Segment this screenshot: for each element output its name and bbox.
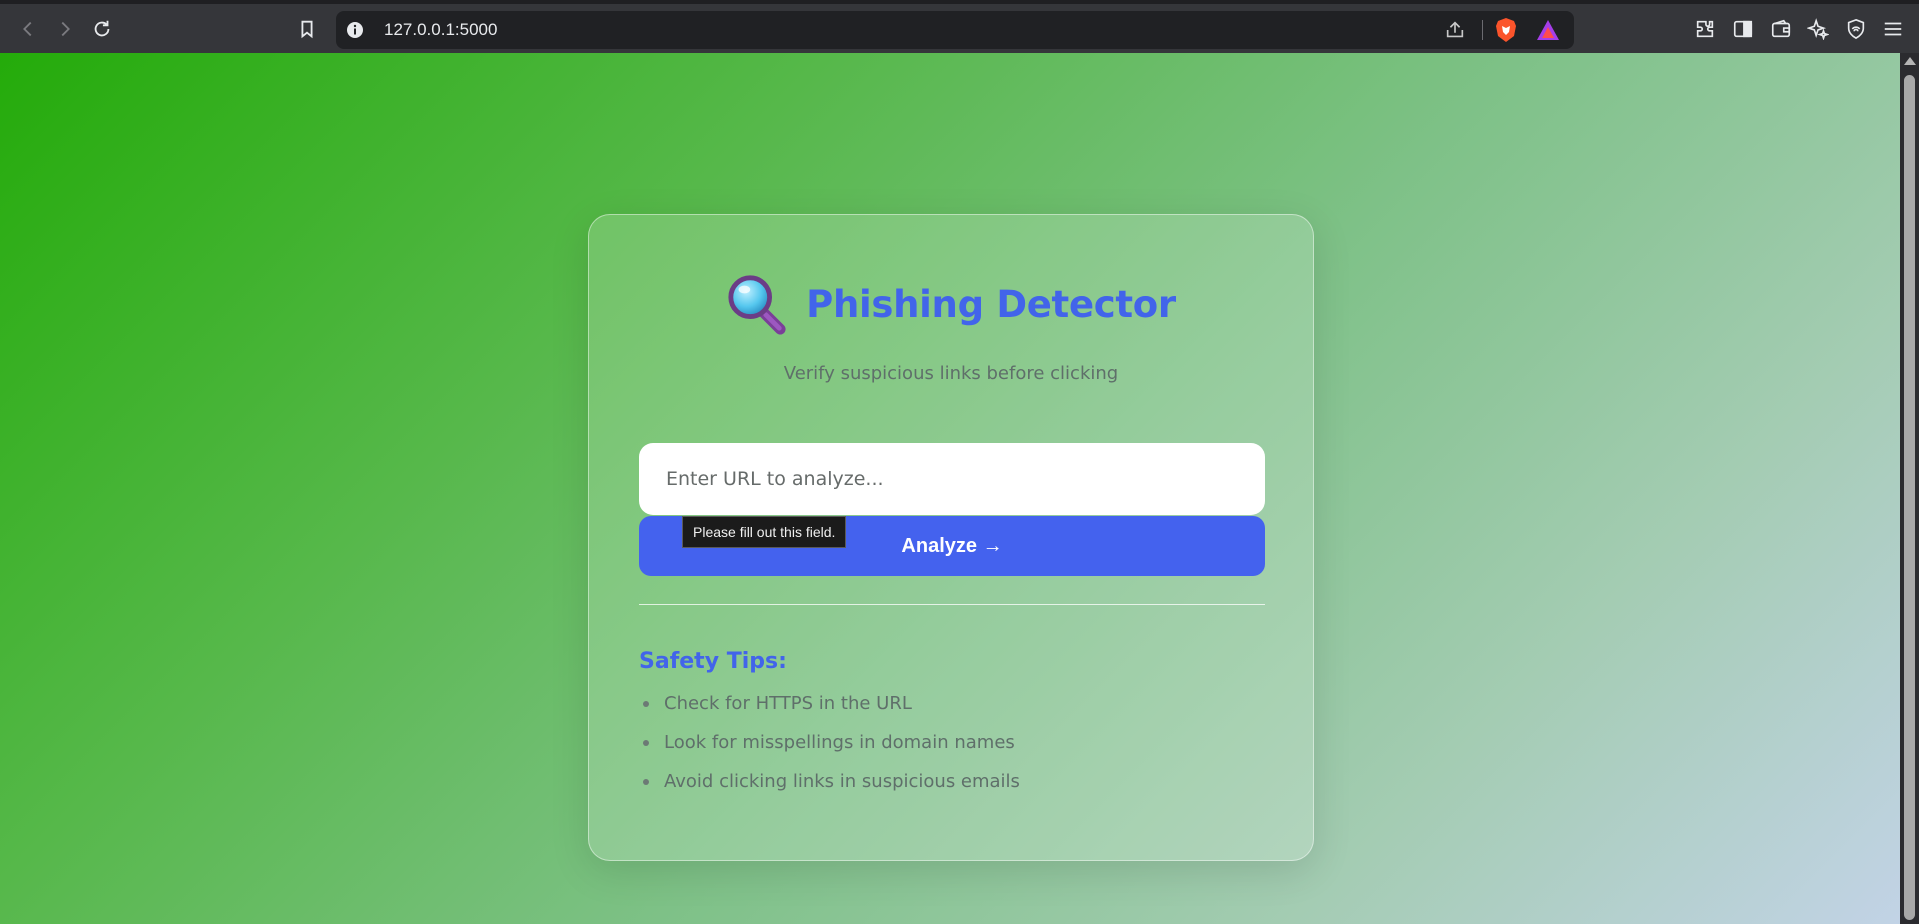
- site-info-icon[interactable]: [346, 21, 364, 39]
- forward-icon[interactable]: [50, 14, 80, 44]
- validation-tooltip: Please fill out this field.: [682, 516, 847, 548]
- scrollbar[interactable]: [1900, 53, 1919, 924]
- reload-icon[interactable]: [87, 14, 117, 44]
- magnifying-glass-icon: [728, 275, 786, 335]
- list-item: Look for misspellings in domain names: [639, 732, 1020, 771]
- detector-card: Phishing Detector Verify suspicious link…: [588, 214, 1314, 861]
- leo-ai-icon[interactable]: [1803, 14, 1833, 44]
- safety-tips-list: Check for HTTPS in the URL Look for miss…: [639, 693, 1020, 810]
- address-bar[interactable]: 127.0.0.1:5000: [336, 11, 1574, 49]
- page-subtitle: Verify suspicious links before clicking: [783, 363, 1119, 384]
- url-input[interactable]: [639, 443, 1265, 515]
- share-icon[interactable]: [1444, 19, 1466, 41]
- menu-icon[interactable]: [1878, 14, 1908, 44]
- vpn-icon[interactable]: [1841, 14, 1871, 44]
- wallet-icon[interactable]: [1766, 14, 1796, 44]
- list-item: Check for HTTPS in the URL: [639, 693, 1020, 732]
- title-row: Phishing Detector: [589, 273, 1313, 335]
- sidebar-icon[interactable]: [1728, 14, 1758, 44]
- back-icon[interactable]: [13, 14, 43, 44]
- page-viewport: Phishing Detector Verify suspicious link…: [0, 53, 1900, 924]
- safety-tips-heading: Safety Tips:: [639, 649, 787, 674]
- page-title: Phishing Detector: [806, 282, 1176, 326]
- bookmark-icon[interactable]: [292, 14, 322, 44]
- brave-rewards-icon[interactable]: [1535, 18, 1561, 42]
- url-text[interactable]: 127.0.0.1:5000: [384, 20, 497, 40]
- list-item: Avoid clicking links in suspicious email…: [639, 771, 1020, 810]
- scroll-up-arrow[interactable]: [1904, 57, 1916, 65]
- brave-shields-icon[interactable]: [1494, 17, 1518, 43]
- divider: [1482, 20, 1483, 40]
- extensions-icon[interactable]: [1690, 14, 1720, 44]
- scroll-thumb[interactable]: [1904, 75, 1915, 920]
- browser-toolbar: 127.0.0.1:5000: [0, 0, 1919, 53]
- divider: [639, 604, 1265, 605]
